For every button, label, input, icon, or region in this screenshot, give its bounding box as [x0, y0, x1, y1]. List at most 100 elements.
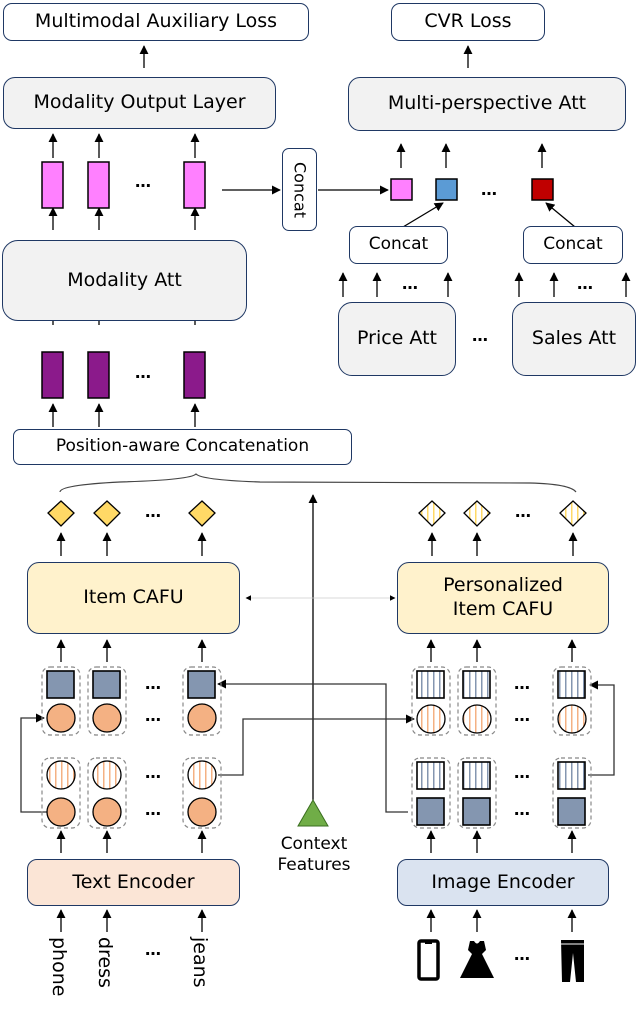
position-aware-concat-label: Position-aware Concatenation: [55, 436, 310, 457]
context-features-label: Context Features: [277, 834, 351, 876]
ellipsis: …: [145, 502, 162, 521]
connector-text-to-image: [218, 714, 415, 776]
striped-text-circle: [462, 704, 492, 734]
ellipsis: …: [577, 274, 594, 293]
image-feature-square: [46, 670, 75, 699]
brace: [59, 473, 577, 493]
item-cafu-box: Item CAFU: [27, 562, 240, 634]
cvr-loss-label: CVR Loss: [424, 10, 512, 33]
ellipsis: …: [514, 800, 531, 819]
modality-output-layer-label: Modality Output Layer: [33, 91, 246, 114]
yellow-diamond: [93, 500, 121, 527]
ellipsis: …: [145, 706, 162, 725]
multimodal-aux-loss-label: Multimodal Auxiliary Loss: [34, 10, 278, 33]
purple-vector: [41, 351, 64, 399]
sales-att-box: Sales Att: [512, 302, 636, 376]
pink-vector: [87, 161, 110, 209]
text-encoder-box: Text Encoder: [27, 859, 240, 906]
striped-text-circle: [557, 704, 587, 734]
ellipsis: …: [514, 945, 531, 964]
ellipsis: …: [514, 674, 531, 693]
item-cafu-label: Item CAFU: [83, 586, 184, 609]
text-feature-circle: [187, 797, 217, 827]
modality-att-label: Modality Att: [67, 268, 182, 291]
image-feature-square: [92, 670, 121, 699]
ellipsis: …: [515, 502, 532, 521]
sales-att-label: Sales Att: [531, 327, 617, 350]
image-encoder-label: Image Encoder: [431, 870, 575, 893]
concat-right-box: Concat: [523, 226, 623, 264]
striped-text-circle: [46, 760, 76, 790]
ellipsis: …: [145, 674, 162, 693]
striped-image-square: [557, 761, 586, 790]
text-feature-circle: [46, 703, 76, 733]
image-feature-square: [557, 797, 586, 826]
concat-vertical-box: Concat: [282, 148, 317, 231]
image-feature-square: [187, 670, 216, 699]
position-aware-concat-box: Position-aware Concatenation: [13, 429, 352, 465]
concat-left-box: Concat: [349, 226, 448, 264]
text-feature-circle: [46, 797, 76, 827]
striped-image-square: [462, 761, 491, 790]
multi-perspective-att-box: Multi-perspective Att: [348, 77, 626, 131]
striped-image-square: [416, 670, 445, 699]
arrow-concat-to-blue: [402, 202, 444, 228]
striped-image-square: [462, 670, 491, 699]
text-feature-circle: [92, 703, 122, 733]
purple-vector: [87, 351, 110, 399]
text-input-phone: phone: [48, 937, 70, 997]
striped-diamond: [418, 500, 446, 527]
modality-att-box: Modality Att: [2, 240, 247, 321]
pink-square: [390, 178, 413, 201]
ellipsis: …: [514, 763, 531, 782]
striped-text-circle: [92, 760, 122, 790]
pink-vector: [41, 161, 64, 209]
multi-perspective-att-label: Multi-perspective Att: [387, 92, 587, 115]
text-input-jeans: jeans: [189, 937, 211, 988]
price-att-box: Price Att: [338, 302, 456, 376]
blue-square: [435, 178, 458, 201]
striped-image-square: [416, 761, 445, 790]
striped-text-circle: [187, 760, 217, 790]
modality-output-layer-box: Modality Output Layer: [3, 77, 276, 129]
ellipsis: …: [472, 326, 489, 345]
context-triangle-icon: [297, 798, 329, 827]
striped-image-square: [557, 670, 586, 699]
purple-vector: [183, 351, 206, 399]
ellipsis: …: [135, 363, 152, 382]
text-input-dress: dress: [94, 937, 116, 988]
striped-diamond: [463, 500, 491, 527]
ellipsis: …: [402, 274, 419, 293]
concat-right-label: Concat: [543, 234, 603, 255]
concat-vertical-label: Concat: [290, 161, 310, 218]
multimodal-aux-loss-box: Multimodal Auxiliary Loss: [3, 3, 309, 41]
text-feature-circle: [187, 703, 217, 733]
price-att-label: Price Att: [357, 327, 437, 350]
ellipsis: …: [145, 940, 162, 959]
image-feature-square: [462, 797, 491, 826]
red-square: [531, 178, 554, 201]
jeans-icon: [561, 940, 584, 982]
personalized-item-cafu-label: Personalized Item CAFU: [443, 574, 563, 620]
concat-left-label: Concat: [368, 234, 429, 255]
ellipsis: …: [145, 763, 162, 782]
ellipsis: …: [145, 800, 162, 819]
ellipsis: …: [135, 172, 152, 191]
ellipsis: …: [514, 706, 531, 725]
connector-image-self: [588, 680, 615, 776]
text-encoder-label: Text Encoder: [72, 870, 195, 893]
personalized-item-cafu-box: Personalized Item CAFU: [397, 562, 609, 634]
striped-diamond: [559, 500, 587, 527]
image-encoder-box: Image Encoder: [397, 859, 609, 906]
phone-icon: [417, 939, 440, 981]
pink-vector: [183, 161, 206, 209]
text-feature-circle: [92, 797, 122, 827]
striped-text-circle: [416, 704, 446, 734]
dress-icon: [460, 941, 494, 978]
cvr-loss-box: CVR Loss: [391, 3, 545, 41]
yellow-diamond: [47, 500, 75, 527]
image-feature-square: [416, 797, 445, 826]
yellow-diamond: [188, 500, 216, 527]
arrow-concat-to-red: [545, 202, 576, 228]
ellipsis: …: [481, 180, 498, 199]
